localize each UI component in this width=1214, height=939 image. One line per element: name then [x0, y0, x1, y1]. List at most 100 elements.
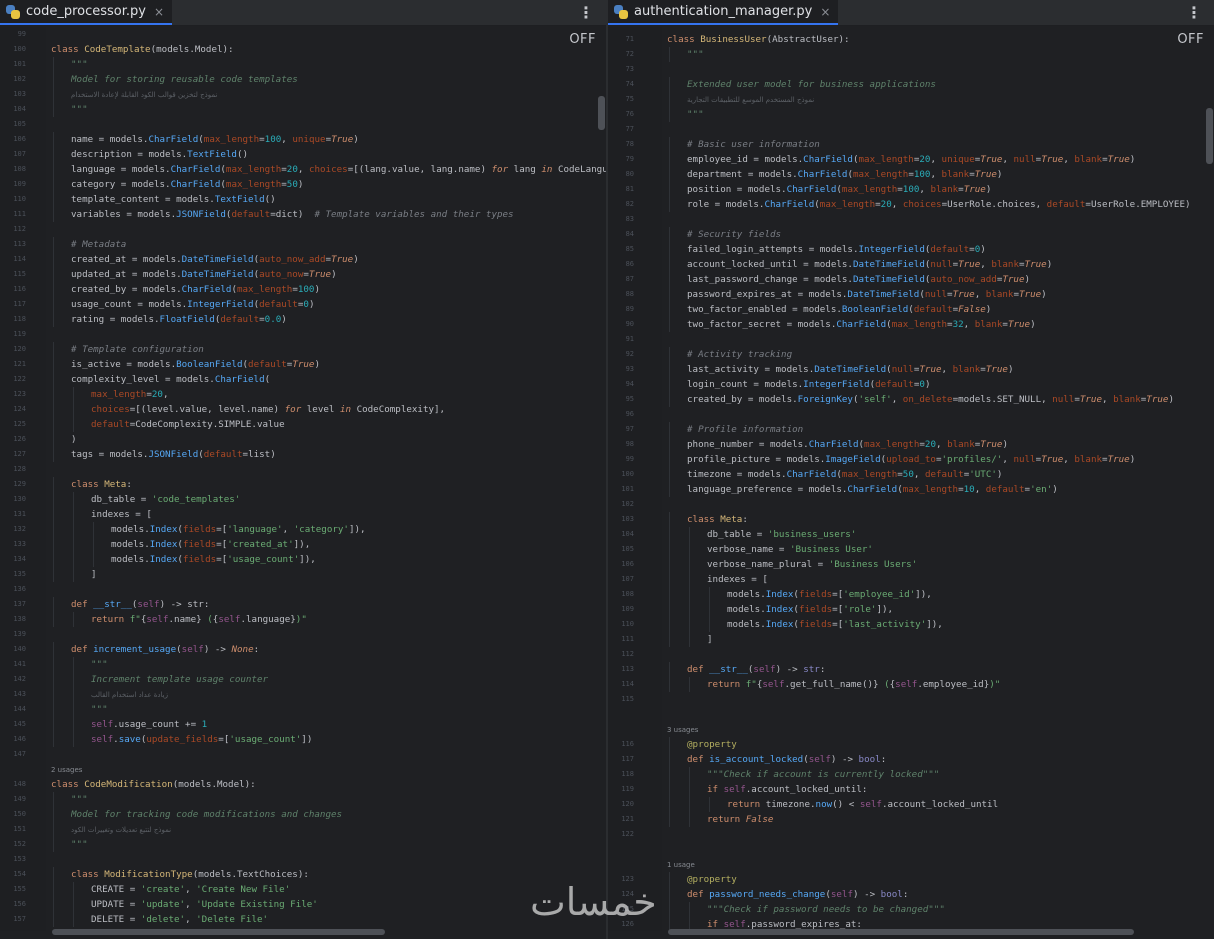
- code-line[interactable]: 79 employee_id = models.CharField(max_len…: [608, 152, 1214, 167]
- code-line[interactable]: 81 position = models.CharField(max_length…: [608, 182, 1214, 197]
- code-line[interactable]: 100 timezone = models.CharField(max_lengt…: [608, 467, 1214, 482]
- code-line[interactable]: 102 Model for storing reusable code templ…: [0, 72, 606, 87]
- code-line[interactable]: 76 """: [608, 107, 1214, 122]
- code-line[interactable]: 93 last_activity = models.DateTimeField(n…: [608, 362, 1214, 377]
- code-line[interactable]: 113 def __str__(self) -> str:: [608, 662, 1214, 677]
- code-line[interactable]: 149 """: [0, 792, 606, 807]
- code-line[interactable]: 112: [608, 647, 1214, 662]
- code-line[interactable]: 101 language_preference = models.CharFiel…: [608, 482, 1214, 497]
- code-line[interactable]: 116 @property: [608, 737, 1214, 752]
- code-line[interactable]: 108 language = models.CharField(max_lengt…: [0, 162, 606, 177]
- code-line[interactable]: 83: [608, 212, 1214, 227]
- close-tab-icon[interactable]: ×: [154, 5, 164, 19]
- tab-authentication-manager[interactable]: authentication_manager.py ×: [608, 0, 839, 25]
- code-line[interactable]: 99: [0, 27, 606, 42]
- code-line[interactable]: 125 """Check if password needs to be chan…: [608, 902, 1214, 917]
- code-line[interactable]: 107 description = models.TextField(): [0, 147, 606, 162]
- code-editor[interactable]: 99 100 class CodeTemplate(models.Model): 10…: [0, 27, 606, 931]
- code-line[interactable]: 119 if self.account_locked_until:: [608, 782, 1214, 797]
- more-options-icon[interactable]: ⋮: [1186, 3, 1202, 22]
- code-line[interactable]: 105: [0, 117, 606, 132]
- code-line[interactable]: 115: [608, 692, 1214, 707]
- code-line[interactable]: 121 is_active = models.BooleanField(defau…: [0, 357, 606, 372]
- code-line[interactable]: 109 category = models.CharField(max_lengt…: [0, 177, 606, 192]
- code-line[interactable]: [608, 707, 1214, 722]
- code-line[interactable]: 1 usage: [608, 857, 1214, 872]
- code-line[interactable]: 123 @property: [608, 872, 1214, 887]
- code-line[interactable]: 118 """Check if account is currently lock…: [608, 767, 1214, 782]
- code-line[interactable]: 115 updated_at = models.DateTimeField(aut…: [0, 267, 606, 282]
- code-line[interactable]: 147: [0, 747, 606, 762]
- code-line[interactable]: 119: [0, 327, 606, 342]
- code-line[interactable]: 139: [0, 627, 606, 642]
- code-line[interactable]: 104 """: [0, 102, 606, 117]
- code-line[interactable]: 78 # Basic user information: [608, 137, 1214, 152]
- code-line[interactable]: [608, 842, 1214, 857]
- code-line[interactable]: 102: [608, 497, 1214, 512]
- more-options-icon[interactable]: ⋮: [578, 3, 594, 22]
- code-line[interactable]: 141 """: [0, 657, 606, 672]
- code-line[interactable]: 103 نموذج لتخزين قوالب الكود القابلة لإعا…: [0, 87, 606, 102]
- code-line[interactable]: 152 """: [0, 837, 606, 852]
- code-line[interactable]: 84 # Security fields: [608, 227, 1214, 242]
- code-line[interactable]: 105 verbose_name = 'Business User': [608, 542, 1214, 557]
- code-line[interactable]: 73: [608, 62, 1214, 77]
- code-line[interactable]: 107 indexes = [: [608, 572, 1214, 587]
- usages-hint[interactable]: 1 usage: [667, 861, 695, 869]
- code-line[interactable]: 2 usages: [0, 762, 606, 777]
- code-line[interactable]: 123 max_length=20,: [0, 387, 606, 402]
- code-line[interactable]: 109 models.Index(fields=['role']),: [608, 602, 1214, 617]
- code-line[interactable]: 111 variables = models.JSONField(default=…: [0, 207, 606, 222]
- code-line[interactable]: 97 # Profile information: [608, 422, 1214, 437]
- code-line[interactable]: 120 return timezone.now() < self.account_…: [608, 797, 1214, 812]
- code-line[interactable]: 117 def is_account_locked(self) -> bool:: [608, 752, 1214, 767]
- code-line[interactable]: 112: [0, 222, 606, 237]
- code-line[interactable]: 87 last_password_change = models.DateTime…: [608, 272, 1214, 287]
- code-line[interactable]: 120 # Template configuration: [0, 342, 606, 357]
- code-line[interactable]: 92 # Activity tracking: [608, 347, 1214, 362]
- code-line[interactable]: 151 نموذج لتتبع تعديلات وتغييرات الكود: [0, 822, 606, 837]
- code-line[interactable]: 121 return False: [608, 812, 1214, 827]
- code-editor[interactable]: 71 class BusinessUser(AbstractUser): 72 """…: [608, 27, 1214, 931]
- code-line[interactable]: 95 created_by = models.ForeignKey('self',…: [608, 392, 1214, 407]
- code-line[interactable]: 134 models.Index(fields=['usage_count']),: [0, 552, 606, 567]
- code-line[interactable]: 85 failed_login_attempts = models.Integer…: [608, 242, 1214, 257]
- code-line[interactable]: 71 class BusinessUser(AbstractUser):: [608, 32, 1214, 47]
- usages-hint[interactable]: 2 usages: [51, 766, 82, 774]
- code-line[interactable]: 111]: [608, 632, 1214, 647]
- tab-code-processor[interactable]: code_processor.py ×: [0, 0, 173, 25]
- usages-hint[interactable]: 3 usages: [667, 726, 698, 734]
- code-line[interactable]: 108 models.Index(fields=['employee_id']),: [608, 587, 1214, 602]
- code-line[interactable]: 146 self.save(update_fields=['usage_count…: [0, 732, 606, 747]
- code-line[interactable]: 145 self.usage_count += 1: [0, 717, 606, 732]
- inspection-off-label[interactable]: OFF: [1177, 32, 1204, 47]
- code-line[interactable]: 74 Extended user model for business appli…: [608, 77, 1214, 92]
- code-line[interactable]: 154 class ModificationType(models.TextCho…: [0, 867, 606, 882]
- code-line[interactable]: 110 models.Index(fields=['last_activity']…: [608, 617, 1214, 632]
- code-line[interactable]: 131 indexes = [: [0, 507, 606, 522]
- code-line[interactable]: 153: [0, 852, 606, 867]
- code-line[interactable]: 100 class CodeTemplate(models.Model):: [0, 42, 606, 57]
- code-line[interactable]: 150 Model for tracking code modifications…: [0, 807, 606, 822]
- code-line[interactable]: 122 complexity_level = models.CharField(: [0, 372, 606, 387]
- code-line[interactable]: 137 def __str__(self) -> str:: [0, 597, 606, 612]
- code-line[interactable]: 122: [608, 827, 1214, 842]
- code-line[interactable]: 90 two_factor_secret = models.CharField(m…: [608, 317, 1214, 332]
- code-line[interactable]: 106 name = models.CharField(max_length=10…: [0, 132, 606, 147]
- close-tab-icon[interactable]: ×: [820, 5, 830, 19]
- code-line[interactable]: 103 class Meta:: [608, 512, 1214, 527]
- code-line[interactable]: 99 profile_picture = models.ImageField(up…: [608, 452, 1214, 467]
- code-line[interactable]: 114 created_at = models.DateTimeField(aut…: [0, 252, 606, 267]
- code-line[interactable]: 125 default=CodeComplexity.SIMPLE.value: [0, 417, 606, 432]
- code-line[interactable]: 135]: [0, 567, 606, 582]
- code-line[interactable]: 129 class Meta:: [0, 477, 606, 492]
- code-line[interactable]: 130 db_table = 'code_templates': [0, 492, 606, 507]
- code-line[interactable]: 118 rating = models.FloatField(default=0.…: [0, 312, 606, 327]
- code-line[interactable]: 124 choices=[(level.value, level.name) fo…: [0, 402, 606, 417]
- code-line[interactable]: 155 CREATE = 'create', 'Create New File': [0, 882, 606, 897]
- code-line[interactable]: 110 template_content = models.TextField(): [0, 192, 606, 207]
- code-line[interactable]: 116 created_by = models.CharField(max_len…: [0, 282, 606, 297]
- code-line[interactable]: 89 two_factor_enabled = models.BooleanFie…: [608, 302, 1214, 317]
- vertical-scrollbar[interactable]: [1206, 108, 1213, 164]
- code-line[interactable]: 88 password_expires_at = models.DateTimeF…: [608, 287, 1214, 302]
